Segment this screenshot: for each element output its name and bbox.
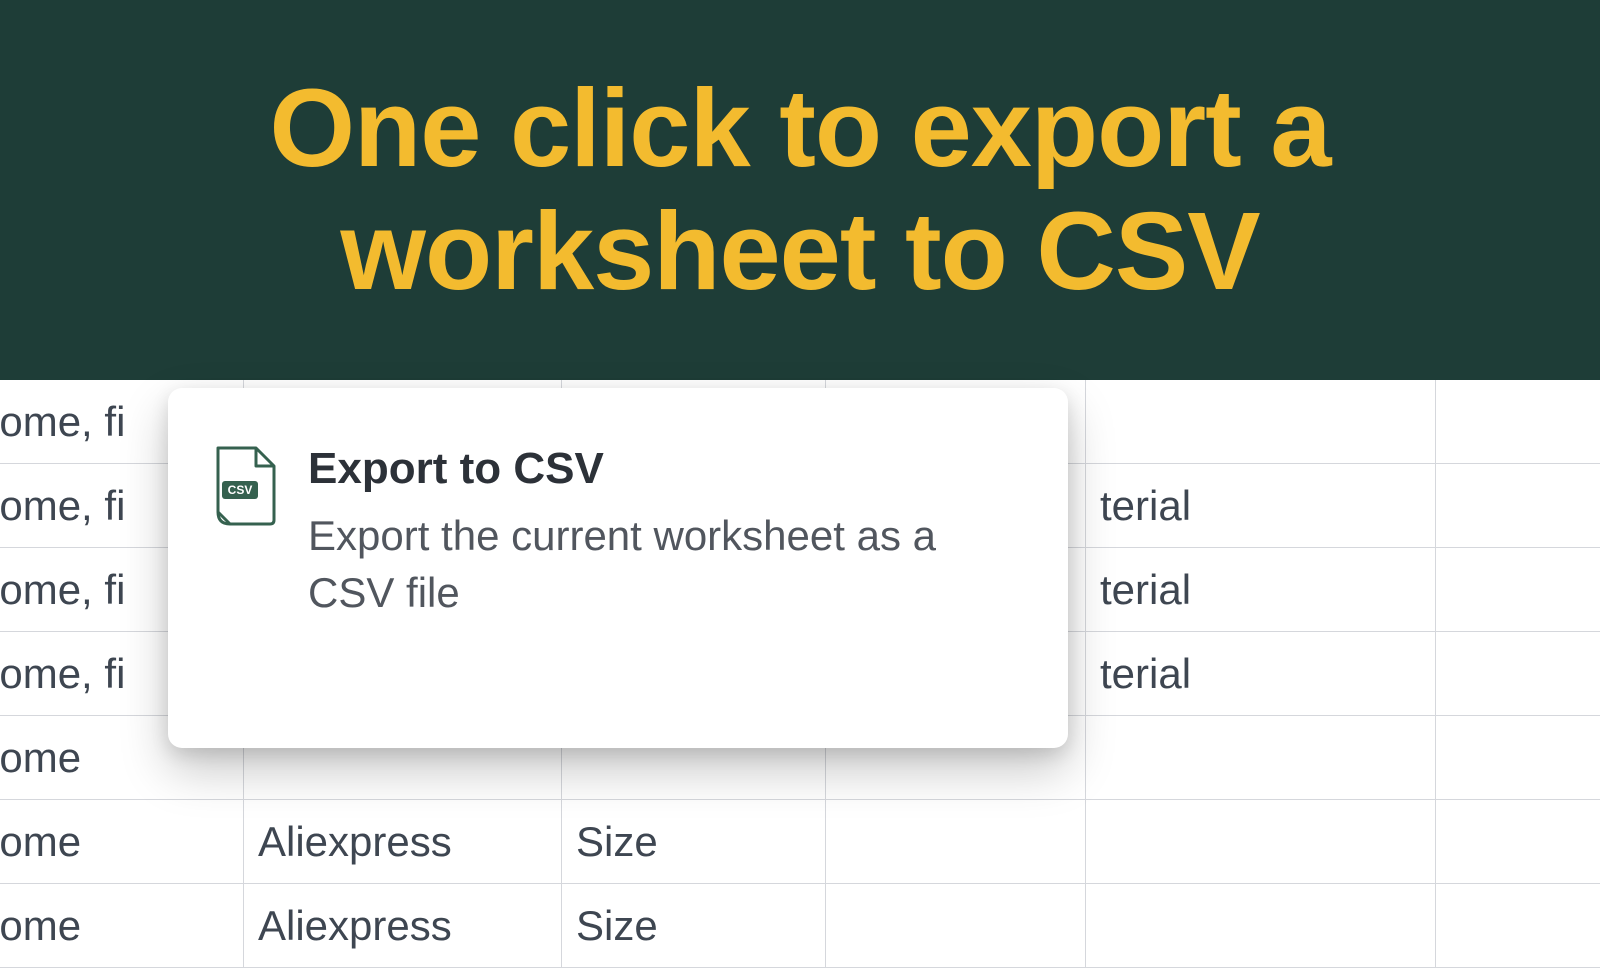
promo-banner: One click to export a worksheet to CSV	[0, 0, 1600, 380]
cell[interactable]	[1086, 800, 1436, 883]
cell[interactable]: Size	[562, 884, 826, 967]
export-csv-card[interactable]: CSV Export to CSV Export the current wor…	[168, 388, 1068, 748]
popup-title: Export to CSV	[308, 444, 1012, 494]
svg-text:CSV: CSV	[228, 483, 253, 497]
cell[interactable]: terial	[1086, 548, 1436, 631]
cell[interactable]: Size	[562, 800, 826, 883]
cell[interactable]: vesome	[0, 884, 244, 967]
cell[interactable]: vesome	[0, 800, 244, 883]
cell[interactable]	[826, 800, 1086, 883]
cell[interactable]	[1086, 884, 1436, 967]
table-row: vesome Aliexpress Size	[0, 800, 1600, 884]
cell[interactable]	[826, 884, 1086, 967]
table-row: vesome Aliexpress Size	[0, 884, 1600, 968]
cell[interactable]: Aliexpress	[244, 800, 562, 883]
cell[interactable]	[1086, 716, 1436, 799]
cell[interactable]: terial	[1086, 632, 1436, 715]
csv-file-icon: CSV	[212, 446, 278, 526]
cell[interactable]: terial	[1086, 464, 1436, 547]
banner-title: One click to export a worksheet to CSV	[60, 67, 1540, 313]
popup-description: Export the current worksheet as a CSV fi…	[308, 508, 1012, 621]
cell[interactable]	[1086, 380, 1436, 463]
cell[interactable]: Aliexpress	[244, 884, 562, 967]
